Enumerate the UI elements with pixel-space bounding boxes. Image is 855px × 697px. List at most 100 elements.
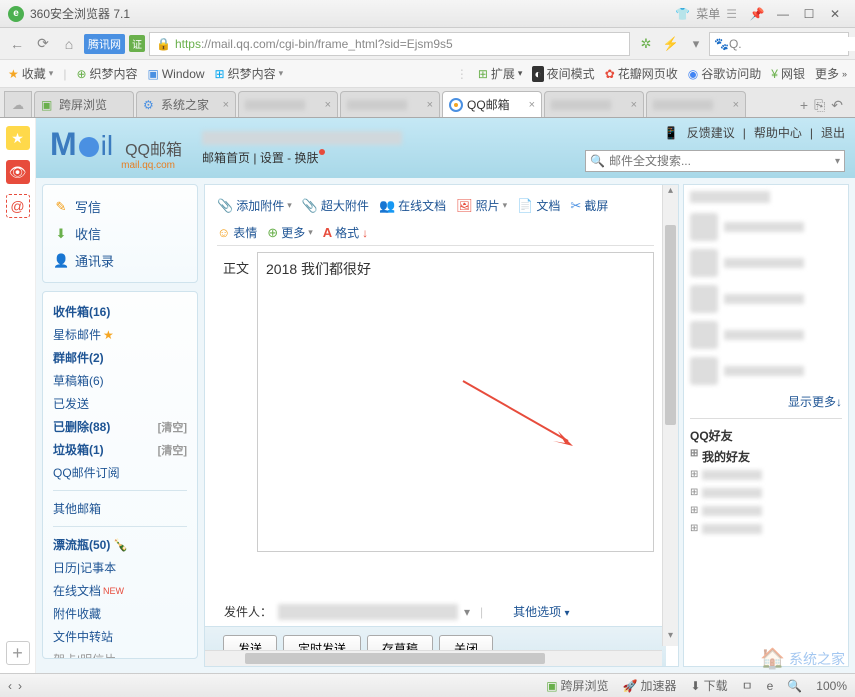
tab-close-icon[interactable]: ×	[223, 99, 229, 111]
other-options[interactable]: 其他选项 ▾	[513, 603, 569, 620]
bookmark-item-0[interactable]: ⊕织梦内容	[76, 65, 137, 82]
top-help[interactable]: 帮助中心	[754, 124, 802, 141]
nav-settings[interactable]: 设置	[260, 151, 284, 165]
sb-ie[interactable]: e	[767, 679, 774, 693]
tab-blur-2[interactable]: ×	[340, 91, 440, 117]
sb-next[interactable]: ›	[18, 679, 22, 693]
clear-deleted[interactable]: [清空]	[158, 419, 187, 435]
mail-logo[interactable]: Mil QQ邮箱 mail.qq.com	[50, 126, 182, 171]
sb-accelerator[interactable]: 🚀加速器	[623, 677, 677, 694]
bm-more[interactable]: 更多»	[815, 65, 847, 82]
new-tab-button[interactable]: +	[800, 97, 808, 114]
mail-search-box[interactable]: 🔍 ▾	[585, 150, 845, 172]
bookmark-item-2[interactable]: ⊞织梦内容▾	[215, 65, 284, 82]
home-button[interactable]: ⌂	[58, 33, 80, 55]
folder-other[interactable]: 其他邮箱	[53, 497, 187, 520]
top-logout[interactable]: 退出	[821, 124, 845, 141]
search-input[interactable]	[729, 37, 855, 51]
bm-petal[interactable]: ✿花瓣网页收	[605, 65, 678, 82]
folder-subscribe[interactable]: QQ邮件订阅	[53, 461, 187, 484]
horizontal-scrollbar[interactable]	[205, 650, 662, 666]
tb-online-doc[interactable]: 👥在线文档	[379, 197, 446, 214]
bm-bank[interactable]: ¥网银	[771, 65, 805, 82]
compose-editor[interactable]: 2018 我们都很好	[257, 252, 654, 552]
tab-close-icon[interactable]: ×	[529, 99, 535, 111]
sidebar-write[interactable]: ✎写信	[53, 193, 187, 220]
cp-my-friends[interactable]: 我的好友	[690, 446, 842, 467]
sidebar-contacts[interactable]: 👤通讯录	[53, 247, 187, 274]
tb-screenshot[interactable]: ✂截屏	[570, 197, 608, 214]
folder-deleted[interactable]: 已删除(88)[清空]	[53, 415, 187, 438]
bm-google[interactable]: ◉谷歌访问助	[688, 65, 762, 82]
sb-mute[interactable]: ㅁ	[742, 677, 753, 694]
bm-night[interactable]: ◐夜间模式	[532, 65, 594, 82]
tb-doc[interactable]: 📄文档	[517, 197, 560, 214]
folder-docs[interactable]: 在线文档NEW	[53, 579, 187, 602]
maximize-button[interactable]: ☐	[797, 4, 821, 24]
tab-cross-screen[interactable]: ▣跨屏浏览	[34, 91, 134, 117]
tab-cloud[interactable]: ☁	[4, 91, 32, 117]
search-dropdown-icon[interactable]: ▾	[835, 156, 840, 167]
tabs-list-button[interactable]: ⎘	[814, 97, 825, 114]
menu-label[interactable]: 菜单	[696, 5, 720, 22]
sb-prev[interactable]: ‹	[8, 679, 12, 693]
bookmark-item-1[interactable]: ▣Window	[148, 67, 205, 81]
mail-search-input[interactable]	[609, 154, 835, 168]
tb-format[interactable]: A格式↓	[323, 224, 368, 241]
sidebar-receive[interactable]: ⬇收信	[53, 220, 187, 247]
vertical-scrollbar[interactable]: ▴ ▾	[662, 185, 678, 646]
search-box[interactable]: 🐾 🔍	[709, 32, 849, 56]
sb-download[interactable]: ⬇下载	[691, 677, 728, 694]
sb-cross-screen[interactable]: ▣跨屏浏览	[546, 677, 608, 694]
bookmark-fav[interactable]: ★收藏▾	[8, 65, 53, 82]
tb-attach[interactable]: 📎添加附件▾	[217, 197, 292, 214]
back-button[interactable]: ←	[6, 33, 28, 55]
folder-transfer[interactable]: 文件中转站	[53, 625, 187, 648]
tab-system[interactable]: ⚙系统之家×	[136, 91, 236, 117]
reload-button[interactable]: ⟳	[32, 33, 54, 55]
top-feedback[interactable]: 反馈建议	[687, 124, 735, 141]
folder-group[interactable]: 群邮件(2)	[53, 346, 187, 369]
folder-card[interactable]: 贺卡 | 明信片	[53, 648, 187, 659]
tab-blur-3[interactable]: ×	[544, 91, 644, 117]
folder-inbox[interactable]: 收件箱(16)	[53, 300, 187, 323]
tb-more[interactable]: ⊕更多▾	[267, 224, 312, 241]
cp-group-3[interactable]	[690, 503, 842, 521]
tab-blur-1[interactable]: ×	[238, 91, 338, 117]
minimize-button[interactable]: —	[771, 4, 795, 24]
nav-skin[interactable]: 换肤	[295, 151, 319, 165]
close-button[interactable]: ✕	[823, 4, 847, 24]
folder-draft[interactable]: 草稿箱(6)	[53, 369, 187, 392]
folder-starred[interactable]: 星标邮件★	[53, 323, 187, 346]
search-engine-icon[interactable]: 🐾	[714, 37, 729, 51]
nav-home[interactable]: 邮箱首页	[202, 151, 250, 165]
clear-trash[interactable]: [清空]	[158, 442, 187, 458]
folder-calendar[interactable]: 日历 | 记事本	[53, 556, 187, 579]
cp-group-2[interactable]	[690, 485, 842, 503]
sb-zoom-out[interactable]: 🔍	[787, 679, 802, 693]
pin-button[interactable]: 📌	[745, 4, 769, 24]
folder-bottle[interactable]: 漂流瓶(50)🍾	[53, 533, 187, 556]
bm-extensions[interactable]: ⊞扩展▾	[478, 65, 523, 82]
quick-fav-icon[interactable]: ★	[6, 126, 30, 150]
restore-tab-button[interactable]: ↶	[831, 97, 843, 114]
sender-dropdown[interactable]: ▾	[464, 605, 470, 619]
folder-sent[interactable]: 已发送	[53, 392, 187, 415]
cp-group-1[interactable]	[690, 467, 842, 485]
compat-icon[interactable]: ✲	[637, 35, 655, 53]
sb-zoom[interactable]: 100%	[816, 679, 847, 693]
tb-photo[interactable]: 🖼照片▾	[456, 197, 507, 214]
quick-at-icon[interactable]: @	[6, 194, 30, 218]
url-input[interactable]: 🔒 https://mail.qq.com/cgi-bin/frame_html…	[149, 32, 630, 56]
folder-attach[interactable]: 附件收藏	[53, 602, 187, 625]
tab-qqmail[interactable]: QQ邮箱×	[442, 91, 542, 117]
tb-big-attach[interactable]: 📎超大附件	[302, 197, 369, 214]
quick-add-icon[interactable]: +	[6, 641, 30, 665]
skin-icon[interactable]: 👕	[675, 7, 690, 21]
menu-dropdown-icon[interactable]: ☰	[726, 7, 737, 21]
cp-show-more[interactable]: 显示更多↓	[690, 389, 842, 414]
flash-icon[interactable]: ⚡	[662, 35, 680, 53]
tab-blur-4[interactable]: ×	[646, 91, 746, 117]
dropdown-icon[interactable]: ▾	[687, 35, 705, 53]
mobile-icon[interactable]: 📱	[664, 126, 679, 140]
